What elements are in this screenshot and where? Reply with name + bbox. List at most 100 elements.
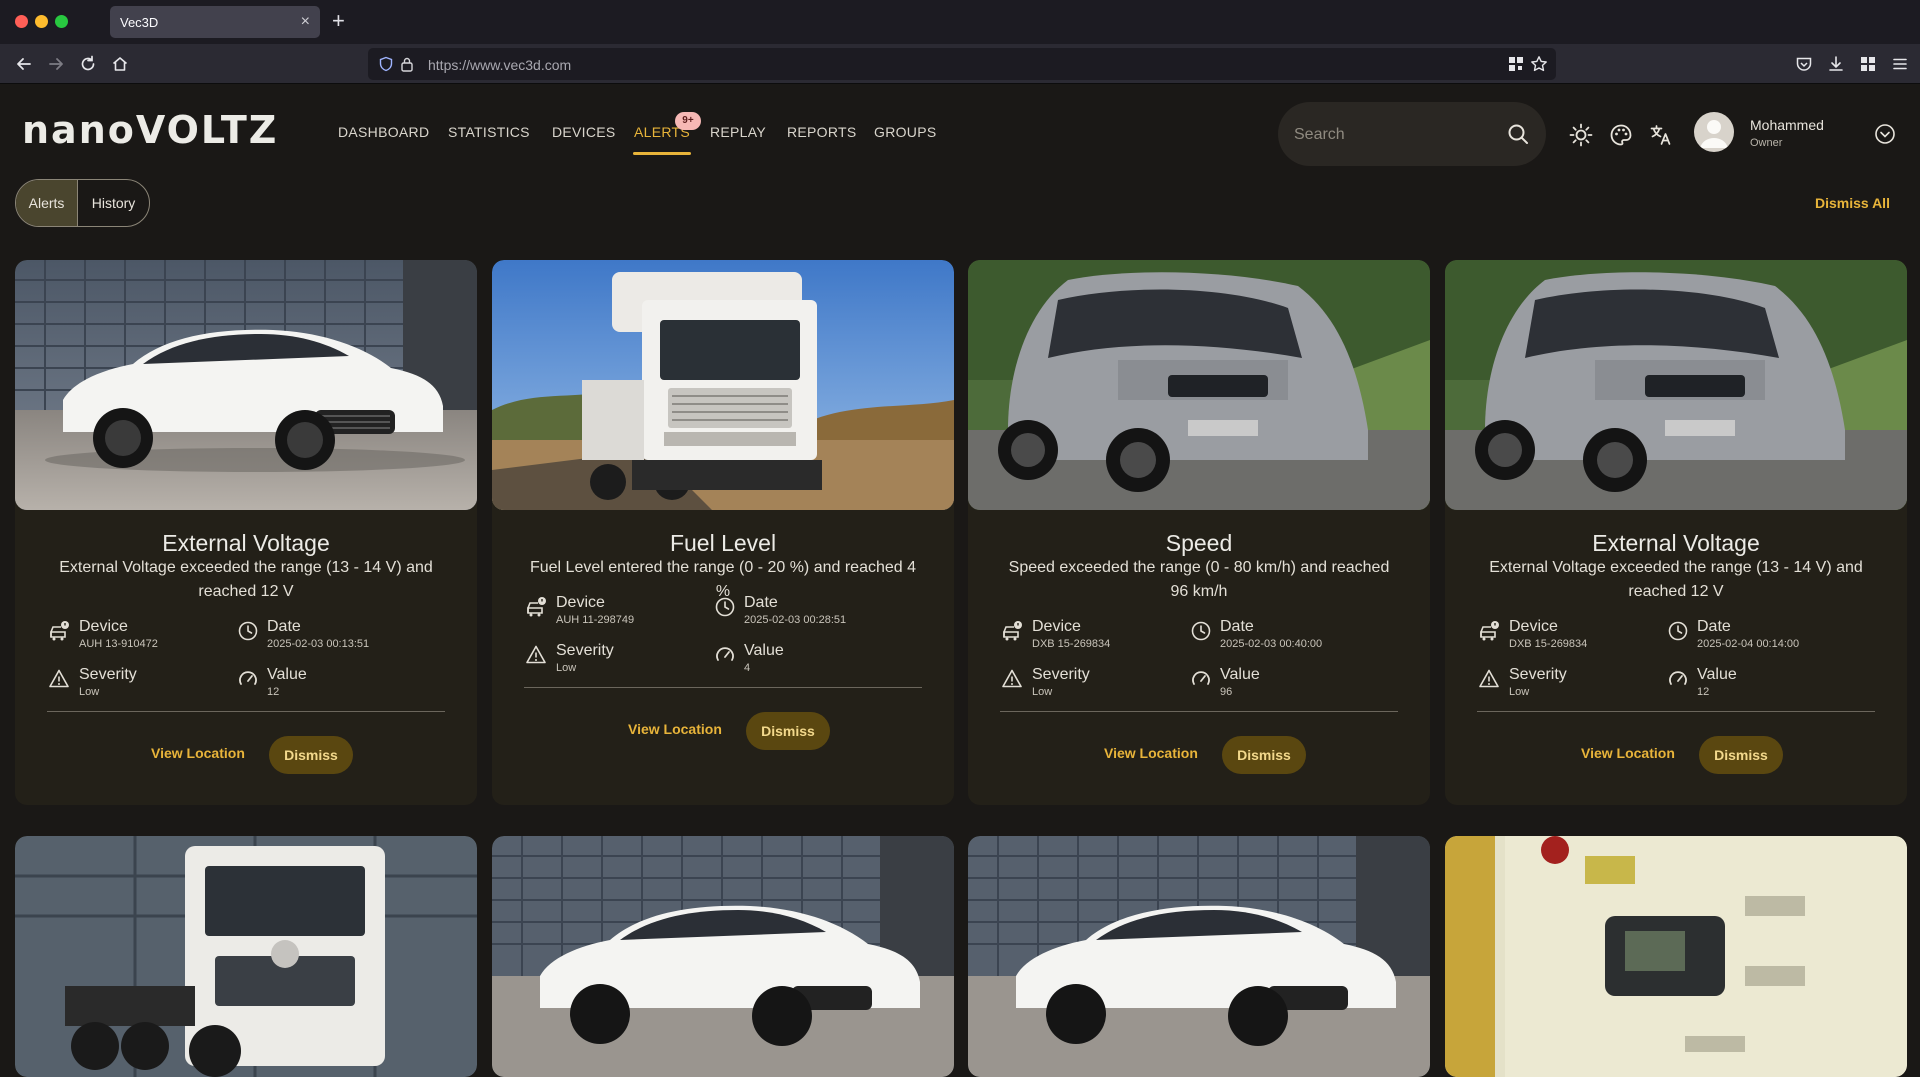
home-icon[interactable] xyxy=(108,52,132,76)
view-location-button[interactable]: View Location xyxy=(151,745,245,761)
dismiss-button[interactable]: Dismiss xyxy=(269,736,353,774)
tab-history[interactable]: History xyxy=(78,180,149,226)
back-icon[interactable] xyxy=(12,52,36,76)
search-input[interactable]: Search xyxy=(1278,102,1546,166)
date-label: Date xyxy=(744,594,778,611)
value-value: 96 xyxy=(1220,686,1233,698)
vehicle-image xyxy=(968,260,1430,510)
extensions-icon[interactable] xyxy=(1856,52,1880,76)
alert-description: External Voltage exceeded the range (13 … xyxy=(59,559,433,600)
alerts-history-toggle: Alerts History xyxy=(15,179,150,227)
alert-description: Speed exceeded the range (0 - 80 km/h) a… xyxy=(1008,559,1390,600)
warning-icon xyxy=(1477,667,1501,691)
car-alert-icon xyxy=(524,595,548,619)
value-label: Value xyxy=(267,666,307,683)
card-divider xyxy=(47,711,445,712)
reload-icon[interactable] xyxy=(76,52,100,76)
date-value: 2025-02-03 00:28:51 xyxy=(744,614,847,626)
translate-icon[interactable] xyxy=(1648,122,1674,148)
download-icon[interactable] xyxy=(1824,52,1848,76)
device-value: AUH 11-298749 xyxy=(556,614,635,626)
maximize-window-button[interactable] xyxy=(55,15,68,28)
severity-label: Severity xyxy=(1509,666,1567,683)
generator-image xyxy=(1445,836,1907,1077)
close-window-button[interactable] xyxy=(15,15,28,28)
nav-devices[interactable]: DEVICES xyxy=(552,124,616,140)
alert-title: External Voltage xyxy=(1592,530,1760,556)
alert-card xyxy=(1445,836,1907,1077)
browser-tab-bar: Vec3D × + xyxy=(0,0,1920,44)
avatar[interactable] xyxy=(1694,112,1734,152)
lock-icon[interactable] xyxy=(400,56,414,77)
vehicle-image xyxy=(15,836,477,1077)
value-value: 4 xyxy=(744,662,751,674)
pocket-icon[interactable] xyxy=(1792,52,1816,76)
browser-tab[interactable]: Vec3D × xyxy=(110,6,320,38)
vehicle-image xyxy=(492,836,954,1077)
card-divider xyxy=(524,687,922,688)
dismiss-button[interactable]: Dismiss xyxy=(746,712,830,750)
nav-replay[interactable]: REPLAY xyxy=(710,124,766,140)
nav-reports[interactable]: REPORTS xyxy=(787,124,857,140)
theme-sun-icon[interactable] xyxy=(1568,122,1594,148)
alert-card xyxy=(968,836,1430,1077)
dismiss-button[interactable]: Dismiss xyxy=(1222,736,1306,774)
clock-icon xyxy=(1189,619,1213,643)
severity-value: Low xyxy=(556,662,577,674)
value-value: 12 xyxy=(1697,686,1710,698)
new-tab-icon[interactable]: + xyxy=(332,8,345,34)
tab-title: Vec3D xyxy=(120,15,159,30)
view-location-button[interactable]: View Location xyxy=(1581,745,1675,761)
vehicle-image xyxy=(1445,260,1907,510)
palette-icon[interactable] xyxy=(1608,122,1634,148)
hamburger-menu-icon[interactable] xyxy=(1888,52,1912,76)
address-bar[interactable]: https://www.vec3d.com xyxy=(368,48,1556,80)
search-icon[interactable] xyxy=(1506,122,1530,151)
date-label: Date xyxy=(1697,618,1731,635)
view-location-button[interactable]: View Location xyxy=(628,721,722,737)
alert-card: Speed Speed exceeded the range (0 - 80 k… xyxy=(968,260,1430,805)
alert-title: Speed xyxy=(1165,530,1233,556)
vehicle-image xyxy=(492,260,954,510)
chevron-down-icon[interactable] xyxy=(1874,123,1896,150)
shield-icon[interactable] xyxy=(378,56,394,77)
dismiss-all-button[interactable]: Dismiss All xyxy=(1815,195,1890,211)
alert-card: External Voltage External Voltage exceed… xyxy=(15,260,477,805)
close-tab-icon[interactable]: × xyxy=(301,12,310,32)
user-role: Owner xyxy=(1750,137,1783,149)
alerts-count-badge: 9+ xyxy=(675,112,701,130)
nav-dashboard[interactable]: DASHBOARD xyxy=(338,124,429,140)
value-label: Value xyxy=(1220,666,1260,683)
dismiss-button[interactable]: Dismiss xyxy=(1699,736,1783,774)
minimize-window-button[interactable] xyxy=(35,15,48,28)
severity-label: Severity xyxy=(79,666,137,683)
alert-card xyxy=(492,836,954,1077)
severity-value: Low xyxy=(1509,686,1530,698)
view-location-button[interactable]: View Location xyxy=(1104,745,1198,761)
tab-alerts[interactable]: Alerts xyxy=(16,180,79,226)
date-value: 2025-02-03 00:40:00 xyxy=(1220,638,1323,650)
alert-description: External Voltage exceeded the range (13 … xyxy=(1489,559,1863,600)
bookmark-star-icon[interactable] xyxy=(1530,55,1548,78)
logo[interactable]: nanoVOLTZ xyxy=(22,107,278,153)
speedometer-icon xyxy=(1666,667,1690,691)
url-text: https://www.vec3d.com xyxy=(428,57,572,73)
clock-icon xyxy=(1666,619,1690,643)
date-label: Date xyxy=(1220,618,1254,635)
forward-icon[interactable] xyxy=(44,52,68,76)
nav-statistics[interactable]: STATISTICS xyxy=(448,124,530,140)
value-value: 12 xyxy=(267,686,280,698)
card-divider xyxy=(1000,711,1398,712)
active-nav-indicator xyxy=(633,152,691,155)
date-label: Date xyxy=(267,618,301,635)
alert-card xyxy=(15,836,477,1077)
speedometer-icon xyxy=(1189,667,1213,691)
speedometer-icon xyxy=(713,643,737,667)
qr-code-icon[interactable] xyxy=(1508,56,1524,77)
vehicle-image xyxy=(968,836,1430,1077)
severity-value: Low xyxy=(79,686,100,698)
nav-groups[interactable]: GROUPS xyxy=(874,124,936,140)
severity-label: Severity xyxy=(556,642,614,659)
user-name[interactable]: Mohammed xyxy=(1750,117,1824,133)
warning-icon xyxy=(524,643,548,667)
